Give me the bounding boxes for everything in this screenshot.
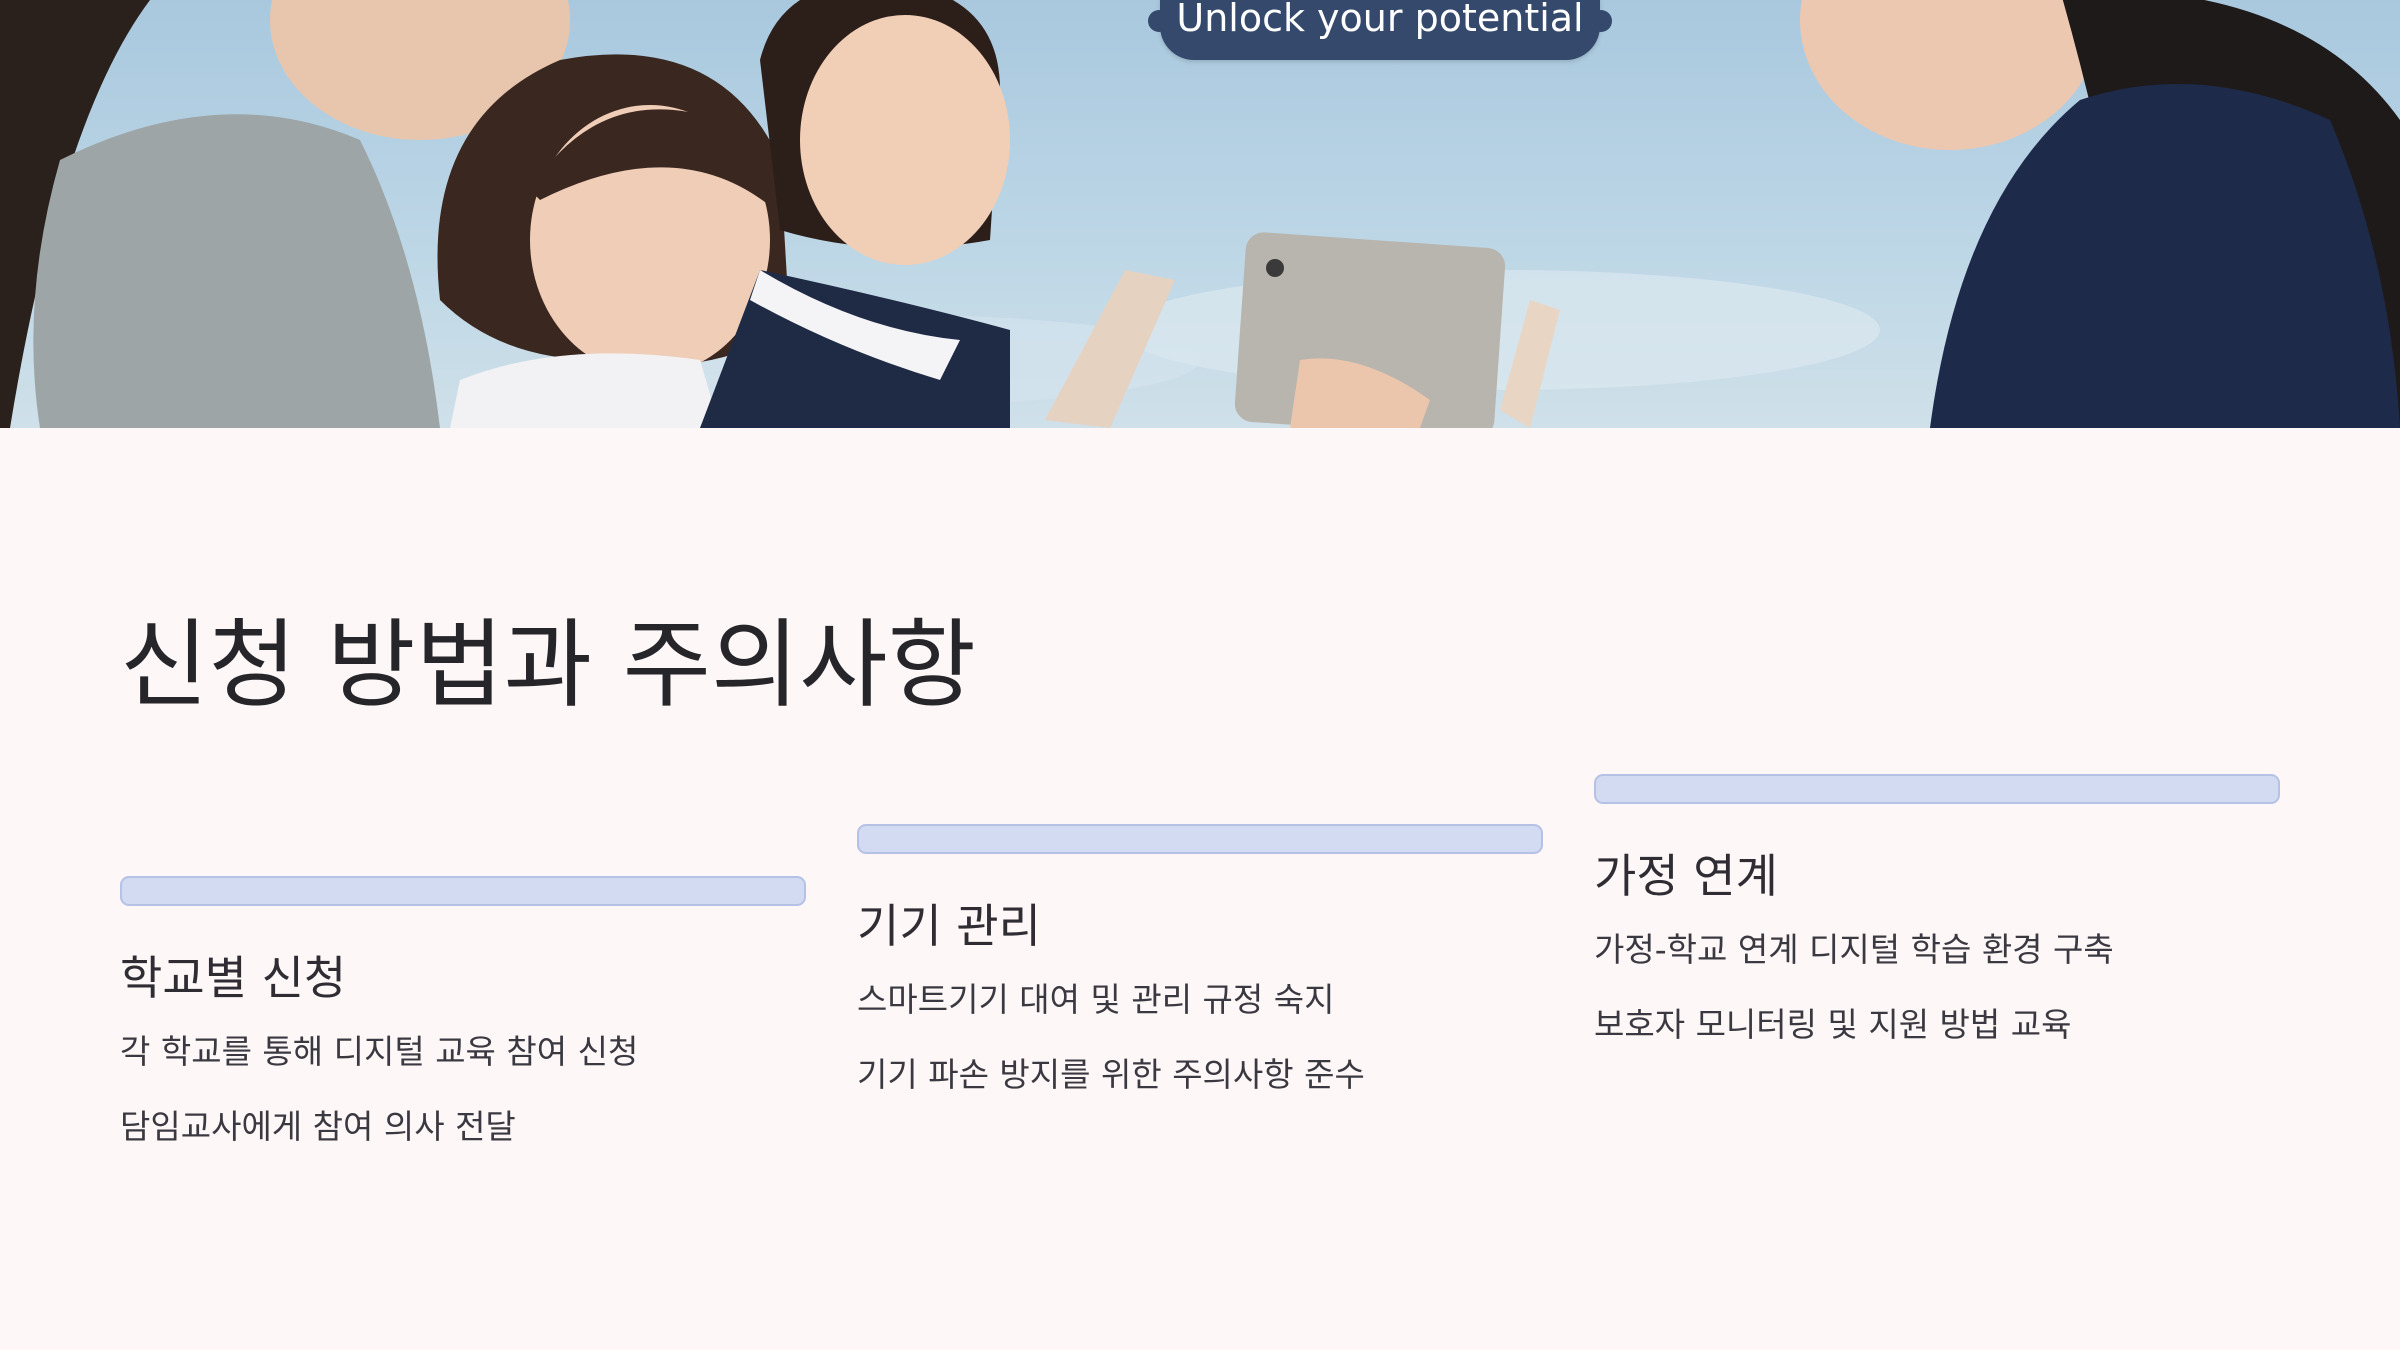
slide-title: 신청 방법과 주의사항	[120, 609, 976, 721]
card-accent-bar	[120, 876, 806, 906]
tagline-text: Unlock your potential	[1176, 0, 1584, 40]
card-device-management: 기기 관리 스마트기기 대여 및 관리 규정 숙지 기기 파손 방지를 위한 주…	[857, 824, 1543, 1097]
badge-right-dot	[1590, 10, 1612, 32]
card-school-application: 학교별 신청 각 학교를 통해 디지털 교육 참여 신청 담임교사에게 참여 의…	[120, 876, 806, 1149]
card-home-connection: 가정 연계 가정-학교 연계 디지털 학습 환경 구축 보호자 모니터링 및 지…	[1594, 774, 2280, 1047]
card-heading: 기기 관리	[857, 899, 1041, 953]
card-text-line: 가정-학교 연계 디지털 학습 환경 구축	[1594, 930, 2114, 969]
hero-illustration	[0, 0, 2400, 428]
card-text-line: 기기 파손 방지를 위한 주의사항 준수	[857, 1055, 1365, 1094]
tablet-devices	[1045, 232, 1560, 428]
adult-right-figure	[1800, 0, 2400, 428]
card-heading: 가정 연계	[1594, 849, 1778, 903]
card-heading: 학교별 신청	[120, 951, 347, 1005]
card-text-line: 각 학교를 통해 디지털 교육 참여 신청	[120, 1032, 639, 1071]
tagline-badge: Unlock your potential	[1148, 0, 1612, 60]
badge-left-dot	[1148, 10, 1170, 32]
card-accent-bar	[857, 824, 1543, 854]
hero-photo: Unlock your potential	[0, 0, 2400, 428]
card-text-line: 담임교사에게 참여 의사 전달	[120, 1107, 516, 1146]
card-text-line: 스마트기기 대여 및 관리 규정 숙지	[857, 980, 1335, 1019]
card-accent-bar	[1594, 774, 2280, 804]
card-text-line: 보호자 모니터링 및 지원 방법 교육	[1594, 1005, 2072, 1044]
